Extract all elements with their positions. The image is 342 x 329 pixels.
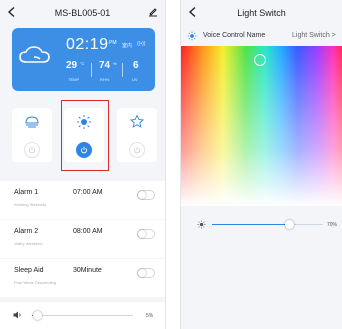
temperature-label: TEMP	[68, 77, 80, 82]
alarm-repeat: Working Weekday	[14, 202, 47, 207]
ceiling-light-icon	[25, 116, 39, 128]
brightness-row: 70%	[181, 206, 342, 329]
humidity-unit: %	[113, 61, 117, 66]
humidity-value: 74	[99, 60, 111, 71]
light-switch-screen: Light Switch Voice Control Name Light Sw…	[180, 0, 342, 329]
voice-control-row[interactable]: Voice Control Name Light Switch >	[181, 26, 342, 46]
brightness-slider-fill	[212, 224, 290, 225]
alarm-name: Alarm 2	[14, 228, 39, 235]
power-toggle[interactable]	[24, 142, 40, 158]
toggle-knob	[138, 191, 146, 199]
speaker-icon	[13, 311, 21, 319]
star-icon	[129, 114, 145, 128]
edit-icon[interactable]	[148, 7, 158, 17]
power-toggle[interactable]	[129, 142, 145, 158]
sleep-aid-duration: 30Minute	[73, 267, 102, 274]
voice-control-value[interactable]: Light Switch >	[292, 32, 336, 39]
sleep-aid-row[interactable]: Sleep Aid 30Minute Prop Weak Descending	[0, 259, 165, 297]
ceiling-light-card[interactable]	[12, 108, 52, 162]
volume-percent: 5%	[146, 313, 154, 319]
page-title: MS-BL005-01	[54, 8, 111, 18]
page-title: Light Switch	[237, 8, 286, 18]
brightness-slider-thumb[interactable]	[285, 220, 295, 229]
voice-control-label: Voice Control Name	[203, 32, 266, 39]
uv-label: UV	[132, 77, 138, 82]
divider	[122, 63, 123, 77]
alarm-name: Alarm 1	[14, 189, 39, 196]
alarm-row-1[interactable]: Alarm 1 07:00 AM Working Weekday	[0, 181, 165, 219]
sun-icon	[187, 31, 197, 41]
uv-value: 6	[133, 60, 139, 71]
channel-label: 室内	[122, 43, 133, 49]
brightness-percent: 70%	[327, 222, 338, 228]
temperature-value: 29	[66, 60, 78, 71]
brightness-icon	[197, 220, 206, 229]
alarm-row-2[interactable]: Alarm 2 08:00 AM Valley Weekend	[0, 220, 165, 258]
alarm-time: 07:00 AM	[73, 189, 103, 196]
sleep-aid-name: Sleep Aid	[14, 267, 44, 274]
toggle-knob	[138, 230, 146, 238]
divider	[91, 63, 92, 77]
alarm-repeat: Valley Weekend	[14, 241, 43, 246]
humidity-label: RH%	[100, 77, 110, 82]
signal-icon: ((•))	[137, 41, 146, 47]
temperature-unit: °C	[80, 61, 85, 66]
color-picker-handle[interactable]	[254, 54, 266, 66]
power-icon	[28, 146, 36, 154]
nav-bar: MS-BL005-01	[0, 0, 165, 26]
sleep-aid-toggle[interactable]	[137, 268, 155, 278]
cloud-icon	[19, 46, 50, 63]
alarm-1-toggle[interactable]	[137, 190, 155, 200]
clock-time: 02:19	[66, 36, 109, 53]
volume-slider-track[interactable]	[32, 315, 133, 316]
weather-card: 02:19 PM 室内 ((•)) 29 °C TEMP 74 % RH% 6 …	[12, 28, 155, 91]
alarm-time: 08:00 AM	[73, 228, 103, 235]
sleep-aid-description: Prop Weak Descending	[14, 280, 56, 285]
color-spectrum-picker[interactable]	[181, 46, 342, 206]
alarm-2-toggle[interactable]	[137, 229, 155, 239]
clock-ampm: PM	[109, 40, 117, 46]
nav-bar: Light Switch	[181, 0, 342, 26]
power-icon	[133, 146, 141, 154]
volume-slider-thumb[interactable]	[32, 311, 42, 320]
toggle-knob	[138, 269, 146, 277]
mode-light-card[interactable]	[117, 108, 157, 162]
volume-row: 5%	[0, 302, 165, 329]
highlight-box	[61, 100, 109, 171]
device-screen: MS-BL005-01 02:19 PM 室内 ((•)) 29 °C TEMP…	[0, 0, 166, 329]
